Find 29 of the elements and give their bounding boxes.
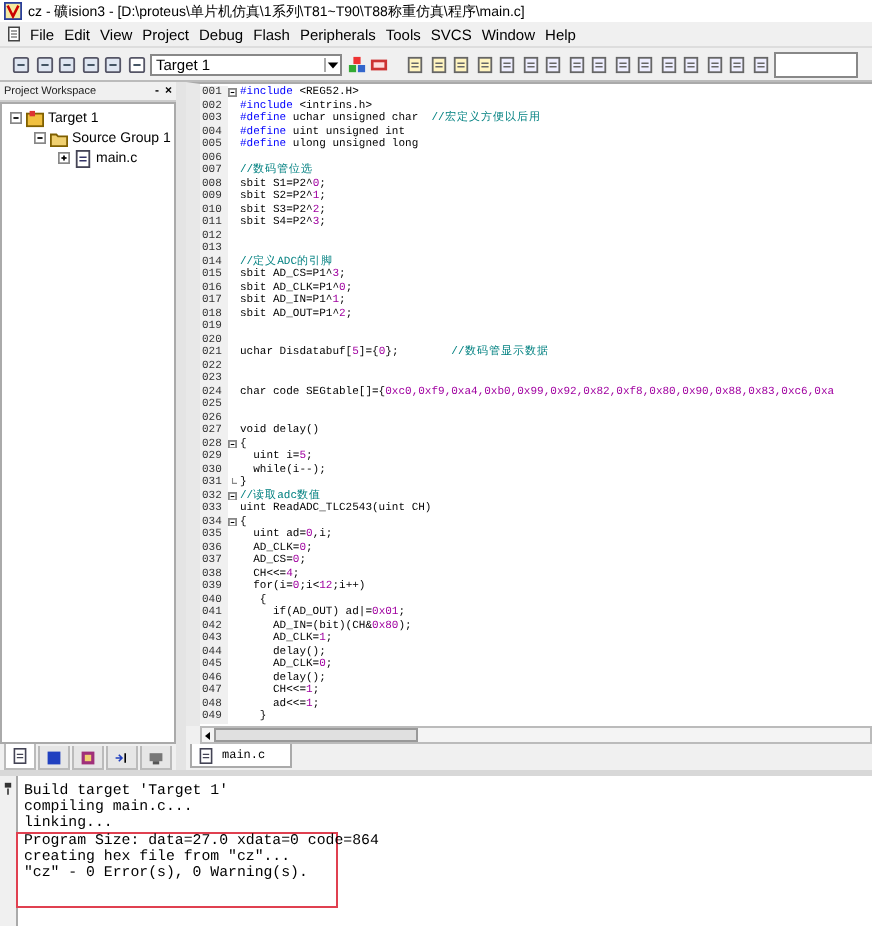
target-icon bbox=[26, 109, 44, 127]
functions-tab[interactable] bbox=[106, 746, 138, 770]
templates-tab[interactable] bbox=[140, 746, 172, 770]
monitor-icon bbox=[148, 749, 164, 765]
folder-icon bbox=[50, 129, 68, 147]
caret-icon bbox=[324, 57, 340, 71]
fold-icon[interactable] bbox=[228, 439, 237, 448]
fold-icon[interactable] bbox=[228, 491, 237, 500]
expander-icon[interactable] bbox=[34, 132, 46, 144]
files-tab[interactable] bbox=[4, 744, 36, 770]
expander-icon[interactable] bbox=[58, 152, 70, 164]
file-icon bbox=[74, 149, 92, 167]
fold-end-icon bbox=[228, 478, 237, 487]
function-icon bbox=[114, 749, 130, 765]
fold-icon[interactable] bbox=[228, 88, 237, 97]
horizontal-scrollbar[interactable] bbox=[200, 726, 872, 744]
fold-icon[interactable] bbox=[228, 517, 237, 526]
square-icon bbox=[46, 749, 62, 765]
document-icon bbox=[12, 748, 28, 764]
books-tab[interactable] bbox=[72, 746, 104, 770]
app-icon bbox=[4, 2, 22, 20]
pin-icon[interactable] bbox=[4, 782, 12, 798]
regs-tab[interactable] bbox=[38, 746, 70, 770]
components-icon[interactable] bbox=[347, 55, 365, 73]
expander-icon[interactable] bbox=[10, 112, 22, 124]
document-icon bbox=[198, 747, 214, 763]
find-field[interactable] bbox=[774, 51, 858, 77]
document-icon bbox=[8, 26, 20, 42]
book-icon bbox=[80, 749, 96, 765]
